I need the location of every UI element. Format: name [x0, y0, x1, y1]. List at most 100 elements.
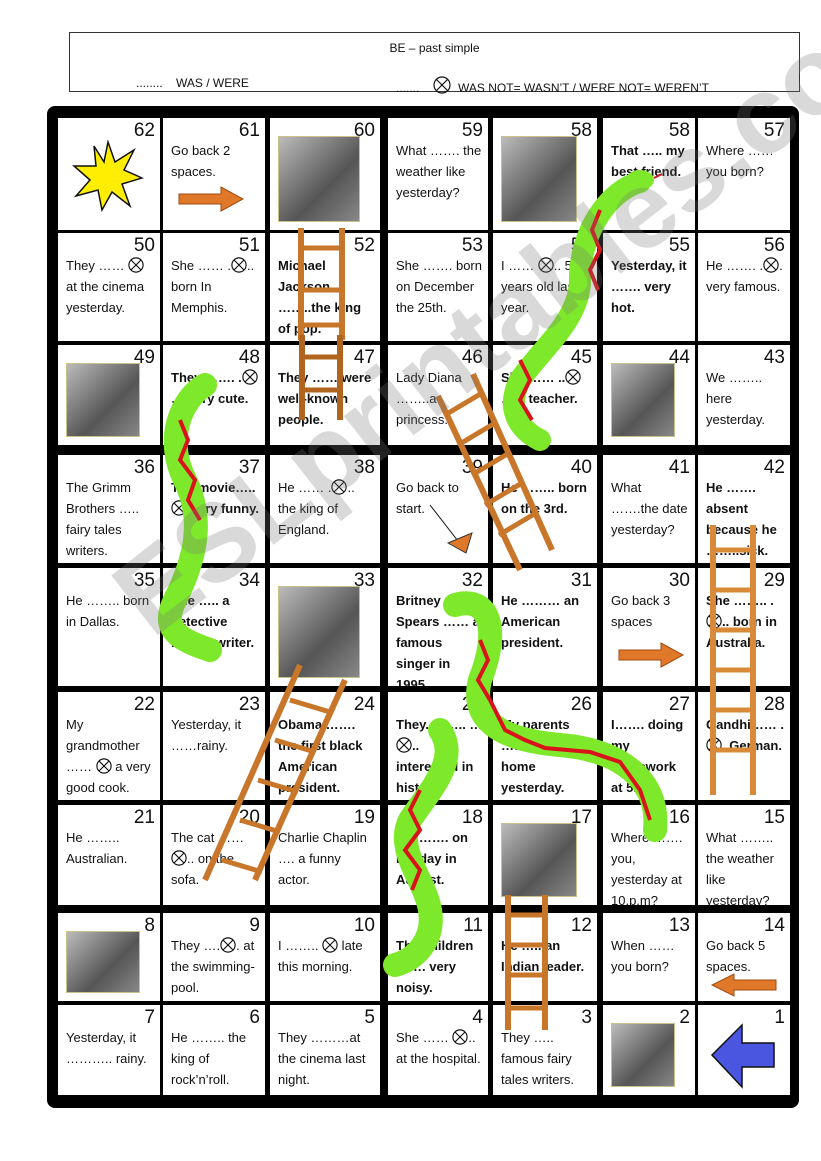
square-sentence: They ….. famous fairy tales writers.: [501, 1030, 574, 1087]
square-number: 39: [461, 457, 483, 478]
square-number: 7: [144, 1007, 155, 1028]
big-arrow-left-icon: [710, 1023, 775, 1089]
portrait-photo: [278, 586, 360, 678]
square-number: 2: [679, 1007, 690, 1028]
square-sentence: Yesterday, it ……….. rainy.: [66, 1030, 147, 1066]
square-number: 25: [461, 694, 483, 715]
square-number: 10: [353, 915, 375, 936]
square-number: 8: [144, 915, 155, 936]
legend-negative: ....... WAS NOT= WASN’T / WERE NOT= WERE…: [396, 76, 709, 95]
board-square-41: 41 What …….the date yesterday?: [603, 455, 695, 563]
square-sentence: Obama ……. the first black American presi…: [278, 717, 363, 795]
square-sentence: The cat …… .. on the sofa.: [171, 830, 244, 887]
board-square-52: 52 Michael Jackson ……..the king of pop.: [270, 233, 380, 341]
portrait-photo: [501, 823, 577, 897]
legend-negative-dots: .......: [396, 81, 420, 95]
board-square-50: 50 They …… at the cinema yesterday.: [58, 233, 160, 341]
portrait-photo: [611, 1023, 675, 1087]
square-number: 36: [133, 457, 155, 478]
square-sentence: He …….. Australian.: [66, 830, 128, 866]
negation-x-circle-icon: [706, 613, 722, 629]
negation-x-circle-icon: [322, 937, 338, 953]
board-square-3: 3 They ….. famous fairy tales writers.: [493, 1005, 597, 1095]
square-sentence: We ……. on holiday in August.: [396, 830, 468, 887]
square-number: 31: [570, 570, 592, 591]
square-sentence: He …….. born on the 3rd.: [501, 480, 587, 516]
negation-x-circle-icon: [242, 369, 258, 385]
board-square-60: 60: [270, 118, 380, 230]
board-square-22: 22 My grandmother …… a very good cook.: [58, 692, 160, 800]
board-square-16: 16 Where ……. you, yesterday at 10.p.m?: [603, 805, 695, 905]
square-number: 52: [353, 235, 375, 256]
square-sentence: We …….. here yesterday.: [706, 370, 766, 427]
square-sentence: Gandhi…… .. German.: [706, 717, 784, 753]
negation-x-circle-icon: [452, 1029, 469, 1045]
square-number: 22: [133, 694, 155, 715]
board-square-42: 42 He ……. absent because he ……..sick.: [698, 455, 790, 563]
arrow-right-icon: [178, 186, 245, 212]
negation-x-circle-icon: [433, 76, 451, 94]
square-sentence: They ….. at the swimming-pool.: [171, 937, 255, 995]
square-number: 9: [249, 915, 260, 936]
square-number: 21: [133, 807, 155, 828]
square-sentence: They …… at the cinema yesterday.: [66, 257, 145, 315]
portrait-photo: [66, 931, 140, 993]
square-number: 42: [763, 457, 785, 478]
star-icon: [72, 140, 144, 212]
worksheet-title: BE – past simple: [389, 41, 480, 55]
square-sentence: Go back 2 spaces.: [171, 143, 231, 179]
square-sentence: My grandmother …… a very good cook.: [66, 717, 151, 795]
square-number: 15: [763, 807, 785, 828]
square-sentence: They ………at the cinema last night.: [278, 1030, 366, 1087]
square-sentence: I……. doing my homework at 5.00.: [611, 717, 684, 795]
square-number: 12: [570, 915, 592, 936]
arrow-left-icon: [710, 973, 777, 997]
square-sentence: Where ……. you, yesterday at 10.p.m?: [611, 830, 683, 905]
square-number: 11: [463, 915, 483, 936]
square-sentence: My parents ……. at home yesterday.: [501, 717, 570, 795]
square-sentence: He ……… an American president.: [501, 593, 580, 650]
board-square-30: 30 Go back 3 spaces: [603, 568, 695, 686]
square-sentence: She …… ... born In Memphis.: [171, 257, 255, 315]
negation-x-circle-icon: [220, 937, 236, 953]
board-square-7: 7 Yesterday, it ……….. rainy.: [58, 1005, 160, 1095]
board-square-48: 48 They ……. .… very cute.: [163, 345, 265, 445]
square-number: 26: [570, 694, 592, 715]
square-sentence: Charlie Chaplin …. a funny actor.: [278, 830, 367, 887]
square-sentence: Michael Jackson ……..the king of pop.: [278, 258, 362, 336]
negation-x-circle-icon: [763, 257, 779, 273]
square-number: 24: [353, 694, 375, 715]
square-number: 32: [461, 570, 483, 591]
board-square-32: 32 Britney Spears …… a famous singer in 1…: [388, 568, 488, 686]
board-square-5: 5 They ………at the cinema last night.: [270, 1005, 380, 1095]
board-square-2: 2: [603, 1005, 695, 1095]
board-square-29: 29 She …….. ... born in Australia.: [698, 568, 790, 686]
square-sentence: He ….. an Indian leader.: [501, 938, 585, 974]
square-number: 23: [238, 694, 260, 715]
board-square-28: 28 Gandhi…… .. German.: [698, 692, 790, 800]
board-square-43: 43 We …….. here yesterday.: [698, 345, 790, 445]
portrait-photo: [66, 363, 140, 437]
square-sentence: What …….the date yesterday?: [611, 480, 688, 537]
square-number: 28: [763, 694, 785, 715]
board-square-10: 10 I …….. late this morning.: [270, 913, 380, 1001]
board-square-40: 40 He …….. born on the 3rd.: [493, 455, 597, 563]
board-square-24: 24 Obama ……. the first black American pre…: [270, 692, 380, 800]
board-square-31: 31 He ……… an American president.: [493, 568, 597, 686]
square-number: 30: [668, 570, 690, 591]
square-number: 50: [133, 235, 155, 256]
square-number: 19: [353, 807, 375, 828]
negation-x-circle-icon: [231, 257, 247, 273]
board-square-1: 1: [698, 1005, 790, 1095]
square-sentence: What ……. the weather like yesterday?: [396, 143, 482, 200]
square-number: 14: [763, 915, 785, 936]
board-square-56: 56 He ……. .. very famous.: [698, 233, 790, 341]
square-sentence: They. …….. ….. interested in history.: [396, 717, 483, 795]
negation-x-circle-icon: [95, 758, 112, 774]
board-square-20: 20 The cat …… .. on the sofa.: [163, 805, 265, 905]
portrait-photo: [611, 363, 675, 437]
square-sentence: When …… you born?: [611, 938, 675, 974]
legend-header: BE – past simple ........ WAS / WERE ...…: [69, 32, 800, 95]
board-square-51: 51 She …… ... born In Memphis.: [163, 233, 265, 341]
negation-x-circle-icon: [396, 737, 412, 753]
